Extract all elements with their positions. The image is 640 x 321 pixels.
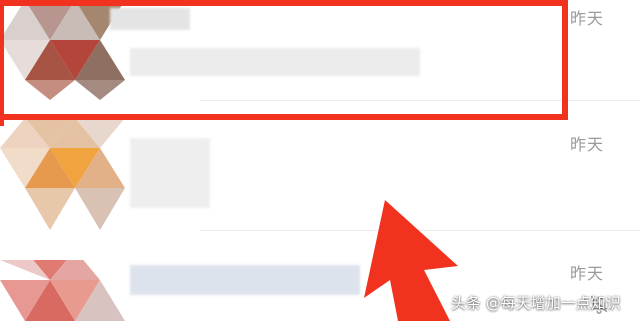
watermark: 头条 @每天增加一点知识 (451, 294, 621, 312)
contact-name-blur (130, 265, 360, 295)
timestamp: 昨天 (570, 9, 605, 28)
highlight-frame (0, 0, 568, 126)
timestamp: 昨天 (570, 135, 605, 154)
timestamp: 昨天 (570, 264, 605, 283)
avatar (0, 260, 125, 321)
up-arrow-annotation (364, 200, 458, 321)
chat-row-2[interactable]: 昨天 (0, 118, 640, 314)
avatar (0, 118, 125, 230)
message-preview-blur (130, 138, 210, 208)
chat-list: 昨天 昨天 昨天 头条 @每天增加一点知识 (0, 0, 640, 321)
